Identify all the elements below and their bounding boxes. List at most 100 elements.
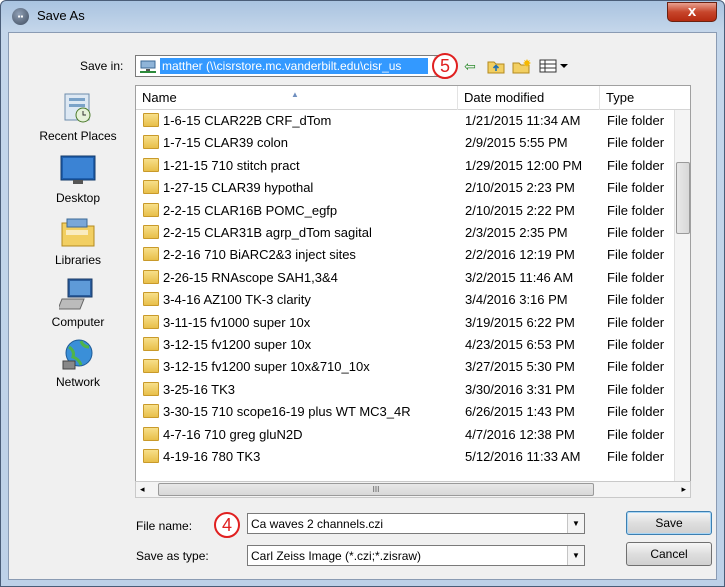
date-modified-cell: 6/26/2015 1:43 PM	[465, 404, 575, 420]
file-name-cell: 1-6-15 CLAR22B CRF_dTom	[143, 113, 459, 128]
save-in-combo[interactable]: matther (\\cisrstore.mc.vanderbilt.edu\c…	[135, 55, 435, 77]
file-name-cell: 2-2-16 710 BiARC2&3 inject sites	[143, 247, 459, 262]
save-button[interactable]: Save	[626, 511, 712, 535]
folder-icon	[143, 225, 159, 239]
file-row[interactable]: 1-21-15 710 stitch pract 1/29/2015 12:00 …	[136, 155, 690, 177]
file-list[interactable]: Name ▲ Date modified Type 1-6-15 CLAR22B…	[135, 85, 691, 495]
save-as-type-label: Save as type:	[136, 549, 209, 563]
file-row[interactable]: 2-2-15 CLAR31B agrp_dTom sagital 2/3/2015…	[136, 222, 690, 244]
folder-icon	[143, 135, 159, 150]
up-folder-icon[interactable]	[485, 55, 507, 77]
view-menu-icon[interactable]	[537, 55, 571, 77]
place-desktop[interactable]: Desktop	[23, 153, 133, 205]
computer-icon	[59, 278, 93, 310]
folder-icon	[143, 337, 159, 351]
back-icon[interactable]: ⇦	[459, 55, 481, 77]
scroll-left-arrow-icon[interactable]: ◂	[140, 482, 145, 497]
place-label: Computer	[51, 315, 105, 329]
place-network[interactable]: Network	[23, 337, 133, 389]
vertical-scrollbar[interactable]	[674, 110, 690, 494]
file-name-value: Ca waves 2 channels.czi	[251, 517, 384, 531]
date-modified-cell: 1/29/2015 12:00 PM	[465, 157, 583, 173]
file-row[interactable]: 3-12-15 fv1200 super 10x 4/23/2015 6:53 P…	[136, 334, 690, 356]
date-modified-cell: 4/23/2015 6:53 PM	[465, 337, 575, 352]
date-modified-cell: 3/2/2015 11:46 AM	[465, 269, 574, 285]
save-as-dialog: ▪▪ Save As x Save in: matther (\\cisrsto…	[0, 0, 725, 587]
close-button[interactable]: x	[667, 2, 717, 22]
file-name-cell: 3-11-15 fv1000 super 10x	[143, 314, 459, 330]
file-name-cell: 3-12-15 fv1200 super 10x&710_10x	[143, 359, 459, 374]
save-as-type-value: Carl Zeiss Image (*.czi;*.zisraw)	[251, 549, 422, 563]
save-as-type-select[interactable]: Carl Zeiss Image (*.czi;*.zisraw) ▼	[247, 545, 585, 566]
file-row[interactable]: 3-30-15 710 scope16-19 plus WT MC3_4R 6/2…	[136, 401, 690, 423]
date-modified-cell: 2/3/2015 2:35 PM	[465, 225, 568, 240]
cancel-button[interactable]: Cancel	[626, 542, 712, 566]
file-row[interactable]: 2-2-16 710 BiARC2&3 inject sites 2/2/2016…	[136, 244, 690, 266]
file-name-cell: 2-26-15 RNAscope SAH1,3&4	[143, 269, 459, 285]
file-row[interactable]: 4-7-16 710 greg gluN2D 4/7/2016 12:38 PM F…	[136, 424, 690, 446]
place-label: Libraries	[54, 253, 102, 267]
date-modified-cell: 2/10/2015 2:22 PM	[465, 202, 575, 218]
date-modified-cell: 3/19/2015 6:22 PM	[465, 314, 575, 330]
folder-icon	[143, 314, 159, 329]
network-icon	[62, 339, 93, 370]
file-name-label: File name:	[136, 519, 193, 533]
file-name-cell: 4-19-16 780 TK3	[143, 449, 459, 464]
folder-icon	[143, 426, 159, 441]
file-name-cell: 3-25-16 TK3	[143, 381, 459, 397]
folder-icon	[143, 180, 159, 195]
save-as-type-dropdown-arrow[interactable]: ▼	[567, 546, 584, 565]
scroll-right-arrow-icon[interactable]: ▸	[681, 482, 686, 497]
date-modified-cell: 2/2/2016 12:19 PM	[465, 247, 575, 263]
callout-5: 5	[432, 53, 458, 79]
horizontal-scrollbar[interactable]: ◂ III ▸	[135, 481, 691, 498]
date-modified-cell: 3/27/2015 5:30 PM	[465, 359, 575, 375]
place-computer[interactable]: Computer	[23, 277, 133, 329]
file-row[interactable]: 1-7-15 CLAR39 colon 2/9/2015 5:55 PM File …	[136, 132, 690, 154]
file-name-cell: 1-21-15 710 stitch pract	[143, 157, 459, 173]
date-modified-cell: 3/4/2016 3:16 PM	[465, 292, 568, 308]
file-row[interactable]: 2-26-15 RNAscope SAH1,3&4 3/2/2015 11:46 …	[136, 267, 690, 289]
callout-4: 4	[214, 512, 240, 538]
place-libraries[interactable]: Libraries	[23, 215, 133, 267]
column-header-date[interactable]: Date modified	[458, 86, 600, 110]
places-bar: Recent Places Desktop Libraries Computer…	[23, 85, 133, 455]
file-row[interactable]: 3-11-15 fv1000 super 10x 3/19/2015 6:22 P…	[136, 312, 690, 334]
folder-icon	[143, 247, 159, 262]
column-header-name[interactable]: Name ▲	[136, 86, 458, 110]
column-header-type[interactable]: Type	[600, 86, 690, 110]
file-row[interactable]: 1-6-15 CLAR22B CRF_dTom 1/21/2015 11:34 A…	[136, 110, 690, 132]
folder-icon	[143, 113, 159, 127]
file-row[interactable]: 2-2-15 CLAR16B POMC_egfp 2/10/2015 2:22 P…	[136, 200, 690, 222]
file-row[interactable]: 1-27-15 CLAR39 hypothal 2/10/2015 2:23 PM…	[136, 177, 690, 199]
date-modified-cell: 5/12/2016 11:33 AM	[465, 449, 581, 464]
sort-ascending-icon: ▲	[291, 90, 299, 99]
folder-icon	[143, 202, 159, 217]
folder-icon	[143, 359, 159, 374]
folder-icon	[143, 381, 159, 396]
file-name-cell: 3-4-16 AZ100 TK-3 clarity	[143, 292, 459, 307]
file-name-input[interactable]: Ca waves 2 channels.czi ▼	[247, 513, 585, 534]
new-folder-icon[interactable]	[511, 55, 533, 77]
file-name-cell: 2-2-15 CLAR16B POMC_egfp	[143, 202, 459, 218]
place-label: Desktop	[55, 191, 101, 205]
file-name-cell: 1-27-15 CLAR39 hypothal	[143, 180, 459, 195]
desktop-icon	[60, 155, 96, 184]
app-icon: ▪▪	[12, 8, 29, 25]
folder-icon	[143, 449, 159, 463]
file-row[interactable]: 4-19-16 780 TK3 5/12/2016 11:33 AM File fo…	[136, 446, 690, 468]
recent-places-icon	[64, 93, 91, 123]
save-in-label: Save in:	[80, 59, 124, 73]
title-bar[interactable]: ▪▪ Save As x	[1, 1, 724, 31]
file-row[interactable]: 3-12-15 fv1200 super 10x&710_10x 3/27/201…	[136, 356, 690, 378]
vertical-scroll-thumb[interactable]	[676, 162, 690, 234]
place-recent-places[interactable]: Recent Places	[23, 91, 133, 143]
file-name-cell: 3-12-15 fv1200 super 10x	[143, 337, 459, 352]
file-row[interactable]: 3-25-16 TK3 3/30/2016 3:31 PM File folder	[136, 379, 690, 401]
place-label: Network	[55, 375, 100, 389]
horizontal-scroll-thumb[interactable]: III	[158, 483, 594, 496]
file-name-cell: 3-30-15 710 scope16-19 plus WT MC3_4R	[143, 404, 459, 419]
file-name-dropdown-arrow[interactable]: ▼	[567, 514, 584, 533]
network-drive-icon	[140, 60, 156, 73]
file-row[interactable]: 3-4-16 AZ100 TK-3 clarity 3/4/2016 3:16 P…	[136, 289, 690, 311]
